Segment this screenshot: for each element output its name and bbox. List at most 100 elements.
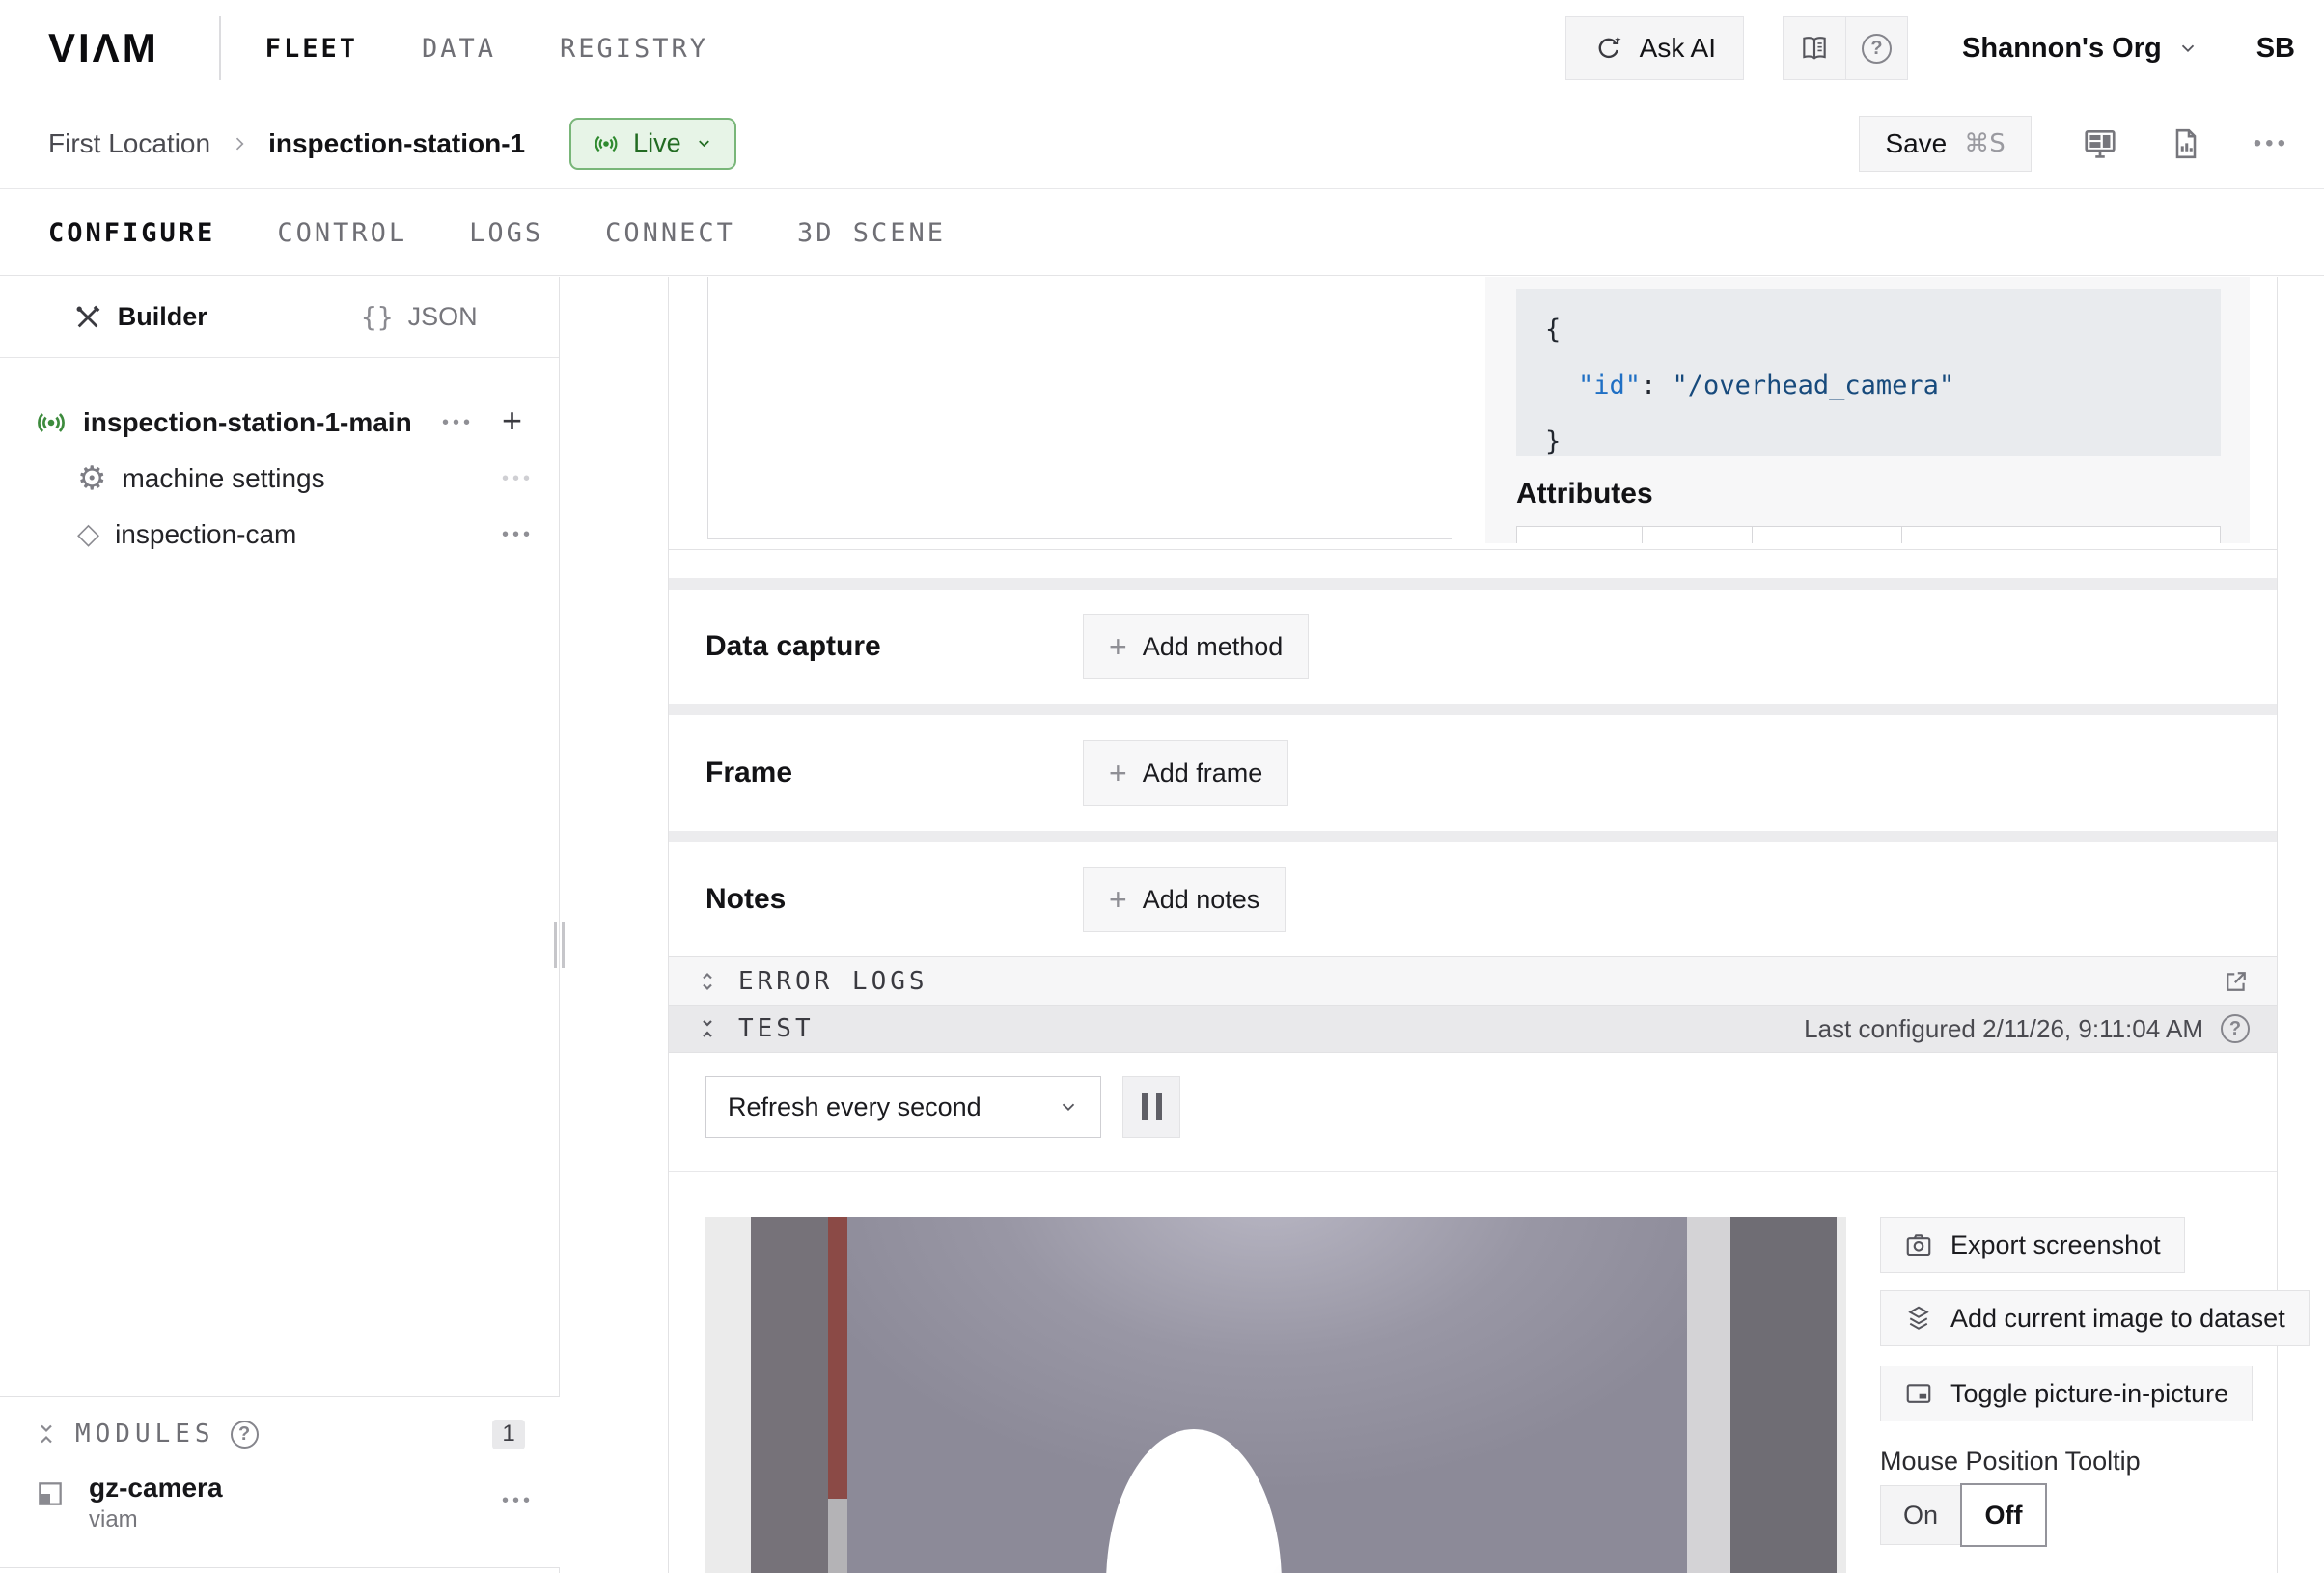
toggle-pip-button[interactable]: Toggle picture-in-picture — [1880, 1366, 2253, 1421]
camera-red-stripe-base — [828, 1499, 847, 1573]
component-diamond-icon — [77, 520, 99, 549]
tab-3d-scene[interactable]: 3D SCENE — [797, 218, 946, 248]
more-menu-icon[interactable] — [2254, 130, 2289, 157]
status-badge: Live — [633, 128, 681, 158]
modules-title: MODULES — [75, 1420, 215, 1449]
add-notes-button[interactable]: Add notes — [1083, 867, 1286, 932]
camera-sphere-object — [1106, 1429, 1282, 1573]
error-logs-label: ERROR LOGS — [738, 967, 928, 996]
toggle-off-button[interactable]: Off — [1960, 1483, 2047, 1547]
pause-stream-button[interactable] — [1122, 1076, 1180, 1138]
question-mark-icon — [1862, 34, 1892, 64]
ask-ai-label: Ask AI — [1640, 33, 1716, 64]
camera-stream-image — [706, 1217, 1846, 1573]
module-more-menu-icon[interactable] — [502, 1490, 534, 1512]
code-key: "id" — [1578, 371, 1641, 400]
builder-json-toggle: Builder {} JSON — [0, 277, 559, 358]
settings-more-menu-icon[interactable] — [502, 468, 534, 490]
help-icon-group — [1783, 16, 1908, 80]
chevron-down-icon — [695, 134, 713, 152]
collapse-icon[interactable] — [696, 1017, 719, 1040]
machine-part-icon — [35, 406, 68, 439]
json-code-block: { "id": "/overhead_camera" } — [1516, 289, 2221, 456]
section-title: Data capture — [706, 630, 881, 663]
tab-logs[interactable]: LOGS — [469, 218, 543, 248]
config-tab-bar: CONFIGURE CONTROL LOGS CONNECT 3D SCENE — [0, 190, 2324, 276]
add-component-icon[interactable] — [502, 400, 522, 441]
save-label: Save — [1885, 128, 1947, 159]
part-more-menu-icon[interactable] — [442, 412, 474, 434]
test-label: TEST — [738, 1014, 815, 1043]
tree-item-machine-settings[interactable]: machine settings — [0, 451, 559, 507]
expand-icon[interactable] — [696, 970, 719, 993]
button-label: Add notes — [1143, 885, 1260, 915]
json-mode-button[interactable]: {} JSON — [280, 277, 560, 357]
braces-icon: {} — [361, 301, 394, 333]
toggle-on-button[interactable]: On — [1880, 1485, 1961, 1545]
tree-item-main-part[interactable]: inspection-station-1-main — [0, 395, 559, 451]
section-title: Frame — [706, 757, 792, 789]
builder-mode-button[interactable]: Builder — [0, 277, 280, 357]
config-sidebar: Builder {} JSON inspection — [0, 277, 560, 1573]
docs-book-icon[interactable] — [1784, 17, 1845, 79]
open-external-icon[interactable] — [2223, 968, 2250, 995]
tab-connect[interactable]: CONNECT — [605, 218, 735, 248]
nav-tab-registry[interactable]: REGISTRY — [560, 34, 708, 64]
refresh-rate-value: Refresh every second — [728, 1092, 982, 1122]
ask-ai-button[interactable]: Ask AI — [1565, 16, 1744, 80]
modules-help-icon[interactable] — [231, 1421, 259, 1449]
mouse-tooltip-label: Mouse Position Tooltip — [1880, 1447, 2141, 1476]
section-gap — [669, 831, 2277, 842]
machine-report-icon[interactable] — [2169, 126, 2203, 161]
nav-tab-data[interactable]: DATA — [422, 34, 496, 64]
error-logs-bar[interactable]: ERROR LOGS — [669, 956, 2277, 1005]
builder-tools-icon — [72, 302, 103, 333]
org-switcher[interactable]: Shannon's Org — [1962, 33, 2199, 65]
add-to-dataset-button[interactable]: Add current image to dataset — [1880, 1290, 2310, 1346]
top-right-cluster: Ask AI Shannon's Org — [1565, 16, 2295, 80]
avatar[interactable]: SB — [2256, 33, 2295, 65]
export-screenshot-button[interactable]: Export screenshot — [1880, 1217, 2185, 1273]
test-body: Refresh every second — [669, 1053, 2277, 1573]
module-item[interactable]: gz-camera viam — [0, 1473, 560, 1533]
tree-item-inspection-cam[interactable]: inspection-cam — [0, 507, 559, 563]
refresh-rate-select[interactable]: Refresh every second — [706, 1076, 1101, 1138]
add-frame-button[interactable]: Add frame — [1083, 740, 1288, 806]
code-line: } — [1545, 414, 2221, 470]
component-card-partial: { "id": "/overhead_camera" } Attributes — [669, 277, 2277, 550]
component-config-panel — [707, 277, 1452, 539]
notes-section: Notes Add notes — [669, 842, 2277, 956]
camera-red-stripe — [828, 1217, 847, 1499]
chevron-down-icon — [1058, 1096, 1079, 1118]
save-button[interactable]: Save ⌘S — [1859, 116, 2031, 172]
test-bar[interactable]: TEST Last configured 2/11/26, 9:11:04 AM — [669, 1005, 2277, 1053]
button-label: Toggle picture-in-picture — [1950, 1379, 2228, 1409]
breadcrumb-location-link[interactable]: First Location — [48, 128, 210, 159]
collapse-icon[interactable] — [35, 1422, 58, 1446]
viam-app: VIΛM FLEET DATA REGISTRY Ask AI — [0, 0, 2324, 1573]
test-help-icon[interactable] — [2221, 1014, 2250, 1043]
plus-icon — [1109, 631, 1127, 662]
tab-control[interactable]: CONTROL — [277, 218, 407, 248]
panel-gutter — [561, 277, 622, 1573]
mouse-tooltip-toggle: On Off — [1880, 1483, 2047, 1547]
nav-tab-fleet[interactable]: FLEET — [265, 34, 358, 64]
modules-header: MODULES 1 — [0, 1417, 560, 1451]
help-icon[interactable] — [1845, 17, 1907, 79]
viam-logo[interactable]: VIΛM — [48, 25, 159, 71]
gear-icon — [77, 462, 106, 495]
camera-strip-right — [1687, 1217, 1730, 1573]
panel-resize-handle[interactable] — [554, 922, 565, 968]
machine-status-dropdown[interactable]: Live — [569, 118, 736, 170]
machine-bar-actions: Save ⌘S — [1859, 116, 2289, 172]
tab-configure[interactable]: CONFIGURE — [48, 218, 215, 248]
layers-icon — [1904, 1304, 1933, 1333]
section-title: Notes — [706, 883, 786, 916]
component-tree: inspection-station-1-main machine settin… — [0, 358, 559, 563]
frame-section: Frame Add frame — [669, 715, 2277, 831]
add-method-button[interactable]: Add method — [1083, 614, 1309, 679]
component-more-menu-icon[interactable] — [502, 524, 534, 546]
camera-floor — [847, 1217, 1687, 1573]
machine-dashboard-icon[interactable] — [2082, 125, 2118, 162]
plus-icon — [1109, 758, 1127, 788]
